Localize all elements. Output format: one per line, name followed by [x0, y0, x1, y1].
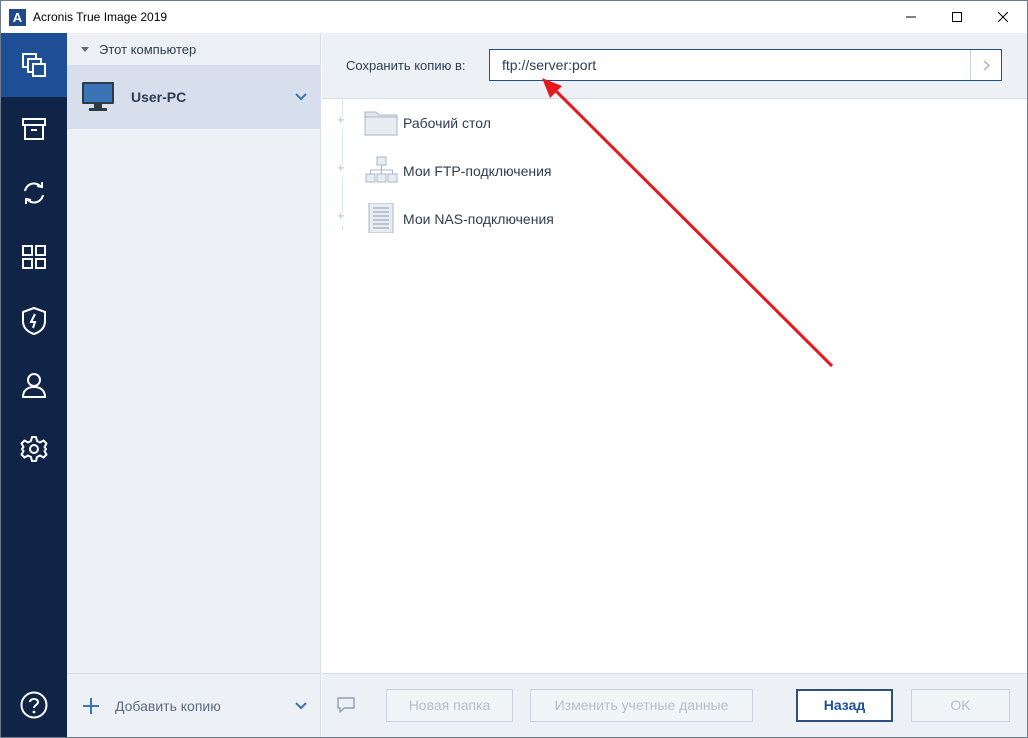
shield-icon [22, 306, 46, 336]
ok-button[interactable]: OK [911, 689, 1010, 722]
action-bar: Новая папка Изменить учетные данные Наза… [322, 673, 1027, 737]
new-folder-button[interactable]: Новая папка [386, 689, 513, 722]
minimize-button[interactable] [888, 1, 934, 33]
main-panel: Сохранить копию в: + Рабочий стол + [322, 33, 1027, 737]
add-copy-chevron-icon[interactable] [295, 702, 307, 710]
tree-item-ftp[interactable]: + Мои FTP-подключения [322, 147, 1027, 195]
plus-icon [83, 698, 99, 714]
add-copy-label: Добавить копию [115, 698, 221, 714]
back-button[interactable]: Назад [796, 689, 893, 722]
minimize-icon [906, 16, 916, 18]
collapse-triangle-icon [81, 46, 89, 52]
tree-item-label: Рабочий стол [403, 115, 491, 131]
app-logo-icon: A [9, 9, 26, 26]
nav-item-settings[interactable] [1, 417, 67, 481]
add-copy-bar[interactable]: Добавить копию [67, 673, 321, 737]
feedback-chat-icon[interactable] [336, 696, 356, 714]
source-item-label: User-PC [131, 89, 187, 105]
go-button[interactable] [970, 50, 1001, 80]
close-icon [998, 12, 1008, 22]
tree-item-label: Мои NAS-подключения [403, 211, 554, 227]
tree-item-label: Мои FTP-подключения [403, 163, 552, 179]
folder-icon [364, 111, 398, 136]
nav-item-account[interactable] [1, 353, 67, 417]
maximize-button[interactable] [934, 1, 980, 33]
close-button[interactable] [980, 1, 1026, 33]
title-bar: A Acronis True Image 2019 [1, 1, 1027, 33]
window-title: Acronis True Image 2019 [33, 10, 168, 24]
expand-icon[interactable]: + [337, 160, 345, 175]
nav-item-protection[interactable] [1, 289, 67, 353]
computer-monitor-icon [82, 82, 114, 111]
account-icon [21, 373, 47, 398]
nav-item-tools[interactable] [1, 225, 67, 289]
tree-item-nas[interactable]: + Мои NAS-подключения [322, 195, 1027, 243]
sync-icon [24, 182, 44, 204]
sources-panel: Этот компьютер User-PC Добавить копию [67, 33, 321, 737]
chevron-right-icon [982, 59, 990, 71]
destination-path-input[interactable] [489, 49, 1002, 81]
nav-item-backup[interactable] [1, 33, 67, 97]
ftp-network-icon [365, 156, 398, 183]
sources-header-label: Этот компьютер [99, 41, 197, 57]
maximize-icon [952, 12, 962, 22]
source-item-user-pc[interactable]: User-PC [67, 65, 321, 129]
nav-item-archive[interactable] [1, 97, 67, 161]
app-window: A Acronis True Image 2019 Этот компьютер… [0, 0, 1028, 738]
nav-item-sync[interactable] [1, 161, 67, 225]
sources-header[interactable]: Этот компьютер [67, 33, 321, 65]
backup-icon [22, 53, 46, 77]
expand-icon[interactable]: + [337, 208, 345, 223]
nav-item-help[interactable] [1, 673, 67, 737]
tree-item-desktop[interactable]: + Рабочий стол [322, 99, 1027, 147]
tools-grid-icon [22, 245, 46, 269]
expand-icon[interactable]: + [337, 112, 345, 127]
settings-gear-icon [20, 436, 48, 462]
destination-label: Сохранить копию в: [346, 58, 466, 73]
archive-icon [22, 118, 46, 140]
nav-sidebar [1, 33, 67, 737]
chevron-down-icon[interactable] [295, 93, 307, 101]
nas-server-icon [368, 203, 394, 233]
help-icon [20, 691, 48, 719]
destination-bar: Сохранить копию в: [322, 33, 1027, 99]
change-credentials-button[interactable]: Изменить учетные данные [530, 689, 753, 722]
